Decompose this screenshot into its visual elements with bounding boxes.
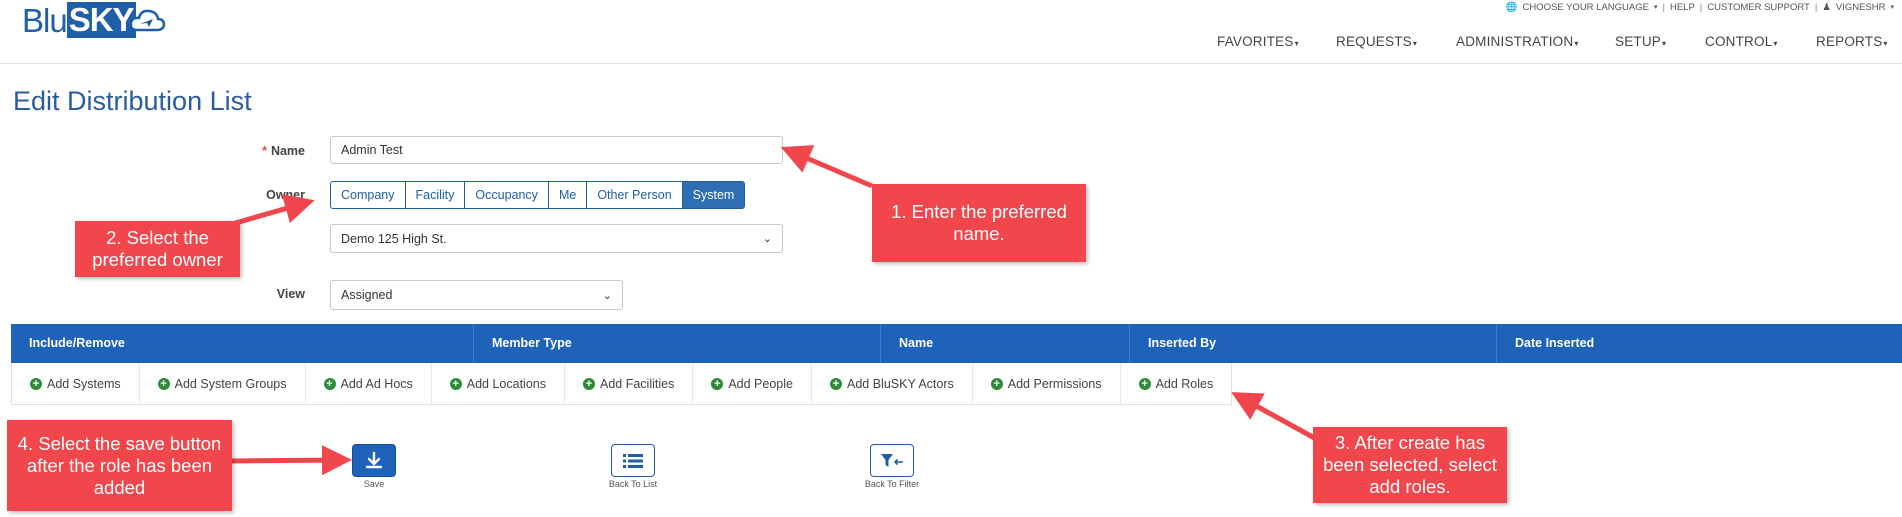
chevron-down-icon: ⌄ bbox=[602, 289, 612, 302]
column-inserted-by: Inserted By bbox=[1129, 324, 1496, 363]
add-members-toolbar: + Add Systems + Add System Groups + Add Ad … bbox=[11, 363, 1233, 405]
add-system-groups-button[interactable]: + Add System Groups bbox=[140, 363, 306, 405]
help-link[interactable]: HELP bbox=[1670, 2, 1695, 13]
caret-down-icon: ▾ bbox=[1412, 39, 1418, 48]
caret-down-icon: ▾ bbox=[1574, 39, 1579, 48]
caret-down-icon: ▾ bbox=[1653, 4, 1658, 11]
arrow-to-name-input bbox=[780, 145, 873, 189]
callout-step-2: 2. Select the preferred owner bbox=[75, 221, 240, 277]
plus-circle-icon: + bbox=[1138, 378, 1151, 390]
nav-administration[interactable]: ADMINISTRATION▾ bbox=[1456, 34, 1579, 49]
logo-text-sky: SKY bbox=[66, 1, 136, 38]
nav-requests[interactable]: REQUESTS▾ bbox=[1336, 34, 1417, 49]
nav-control[interactable]: CONTROL▾ bbox=[1705, 34, 1778, 49]
add-people-button[interactable]: + Add People bbox=[693, 363, 812, 405]
plus-circle-icon: + bbox=[323, 378, 336, 390]
utility-bar: 🌐 CHOOSE YOUR LANGUAGE ▾ | HELP | CUSTOME… bbox=[1506, 0, 1894, 14]
divider: | bbox=[1662, 1, 1665, 13]
caret-down-icon: ▾ bbox=[1890, 4, 1894, 11]
arrow-to-save-button bbox=[231, 445, 352, 476]
back-to-list-box[interactable] bbox=[611, 444, 655, 477]
back-to-list-button[interactable]: Back To List bbox=[600, 444, 666, 489]
view-select[interactable]: Assigned ⌄ bbox=[330, 280, 623, 310]
add-roles-button[interactable]: + Add Roles bbox=[1121, 363, 1232, 405]
column-include-remove: Include/Remove bbox=[29, 336, 125, 350]
nav-reports[interactable]: REPORTS▾ bbox=[1816, 34, 1888, 49]
owner-button-group: Company Facility Occupancy Me Other Pers… bbox=[330, 181, 746, 209]
globe-icon: 🌐 bbox=[1505, 1, 1518, 13]
page-title: Edit Distribution List bbox=[13, 86, 252, 116]
back-to-list-caption: Back To List bbox=[608, 479, 658, 489]
add-permissions-button[interactable]: + Add Permissions bbox=[973, 363, 1121, 405]
caret-down-icon: ▾ bbox=[1662, 39, 1667, 48]
plus-circle-icon: + bbox=[829, 378, 842, 390]
owner-company-button[interactable]: Company bbox=[330, 181, 406, 209]
list-icon bbox=[623, 453, 643, 468]
view-label: View bbox=[276, 287, 305, 301]
plus-circle-icon: + bbox=[990, 378, 1003, 390]
cloud-icon bbox=[129, 9, 165, 32]
save-button-box[interactable] bbox=[352, 444, 396, 477]
owner-system-button[interactable]: System bbox=[681, 181, 746, 209]
add-blusky-actors-button[interactable]: + Add BluSKY Actors bbox=[812, 363, 973, 405]
name-input[interactable]: Admin Test bbox=[330, 136, 783, 164]
owner-select[interactable]: Demo 125 High St. ⌄ bbox=[330, 224, 783, 253]
add-systems-button[interactable]: + Add Systems bbox=[12, 363, 140, 405]
add-facilities-button[interactable]: + Add Facilities bbox=[565, 363, 694, 405]
owner-occupancy-button[interactable]: Occupancy bbox=[464, 181, 549, 209]
customer-support-link[interactable]: CUSTOMER SUPPORT bbox=[1707, 2, 1810, 13]
add-ad-hocs-button[interactable]: + Add Ad Hocs bbox=[306, 363, 432, 405]
user-icon: ♟ bbox=[1822, 1, 1831, 13]
main-navigation: FAVORITES▾ REQUESTS▾ ADMINISTRATION▾ SET… bbox=[0, 34, 1902, 54]
user-menu[interactable]: VIGNESHR bbox=[1836, 2, 1886, 13]
members-table-header: Include/Remove Member Type Name Inserted… bbox=[11, 324, 1902, 363]
save-button[interactable]: Save bbox=[348, 444, 400, 489]
divider: | bbox=[1699, 1, 1703, 13]
column-date-inserted: Date Inserted bbox=[1496, 324, 1902, 363]
name-label: * Name bbox=[262, 144, 305, 158]
caret-down-icon: ▾ bbox=[1773, 39, 1778, 48]
owner-me-button[interactable]: Me bbox=[547, 181, 588, 209]
plus-circle-icon: + bbox=[711, 378, 724, 390]
owner-other-person-button[interactable]: Other Person bbox=[586, 181, 683, 209]
header-divider bbox=[0, 63, 1902, 64]
callout-step-1: 1. Enter the preferred name. bbox=[872, 184, 1086, 262]
filter-back-icon bbox=[881, 453, 903, 467]
divider: | bbox=[1814, 1, 1818, 13]
owner-facility-button[interactable]: Facility bbox=[404, 181, 466, 209]
save-caption: Save bbox=[363, 479, 385, 489]
back-to-filter-button[interactable]: Back To Filter bbox=[857, 444, 927, 489]
nav-setup[interactable]: SETUP▾ bbox=[1615, 34, 1666, 49]
language-menu[interactable]: CHOOSE YOUR LANGUAGE bbox=[1522, 2, 1649, 13]
plus-circle-icon: + bbox=[157, 378, 170, 390]
column-name: Name bbox=[880, 324, 1129, 363]
plus-circle-icon: + bbox=[30, 378, 42, 390]
plus-circle-icon: + bbox=[449, 378, 462, 390]
owner-label: Owner bbox=[266, 188, 305, 202]
chevron-down-icon: ⌄ bbox=[762, 233, 772, 245]
arrow-to-add-roles bbox=[1231, 392, 1320, 443]
plus-circle-icon: + bbox=[583, 378, 595, 390]
add-locations-button[interactable]: + Add Locations bbox=[432, 363, 565, 405]
caret-down-icon: ▾ bbox=[1883, 39, 1888, 48]
back-to-filter-caption: Back To Filter bbox=[864, 479, 920, 489]
column-member-type: Member Type bbox=[473, 324, 880, 363]
callout-step-4: 4. Select the save button after the role… bbox=[7, 420, 232, 511]
caret-down-icon: ▾ bbox=[1294, 39, 1299, 48]
required-marker: * bbox=[262, 144, 267, 158]
nav-favorites[interactable]: FAVORITES▾ bbox=[1217, 34, 1299, 49]
callout-step-3: 3. After create has been selected, selec… bbox=[1313, 427, 1507, 503]
back-to-filter-box[interactable] bbox=[870, 444, 914, 477]
download-icon bbox=[365, 451, 383, 468]
